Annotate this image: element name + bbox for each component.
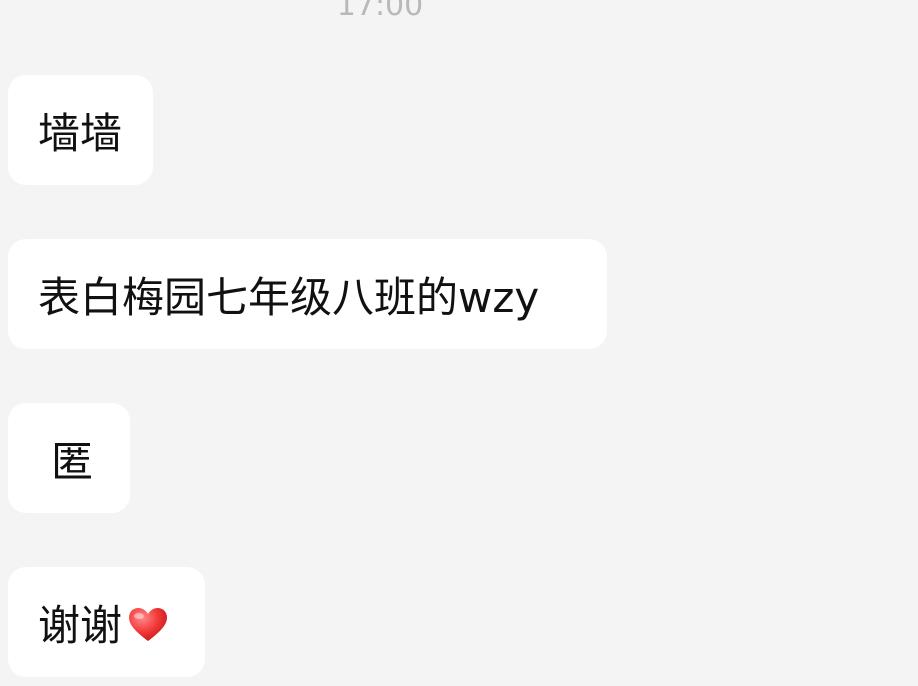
- message-text: 谢谢: [38, 600, 123, 650]
- message-text: 表白梅园七年级八班的wzy: [38, 272, 540, 322]
- red-heart-icon: [128, 604, 168, 641]
- message-bubble[interactable]: 墙墙: [8, 75, 153, 185]
- message-text: 匿: [51, 436, 94, 486]
- message-bubble[interactable]: 匿: [8, 403, 130, 513]
- chat-timestamp: 17:00: [336, 0, 424, 23]
- message-bubble[interactable]: 谢谢: [8, 567, 205, 677]
- message-text: 墙墙: [38, 108, 123, 158]
- message-bubble[interactable]: 表白梅园七年级八班的wzy: [8, 239, 607, 349]
